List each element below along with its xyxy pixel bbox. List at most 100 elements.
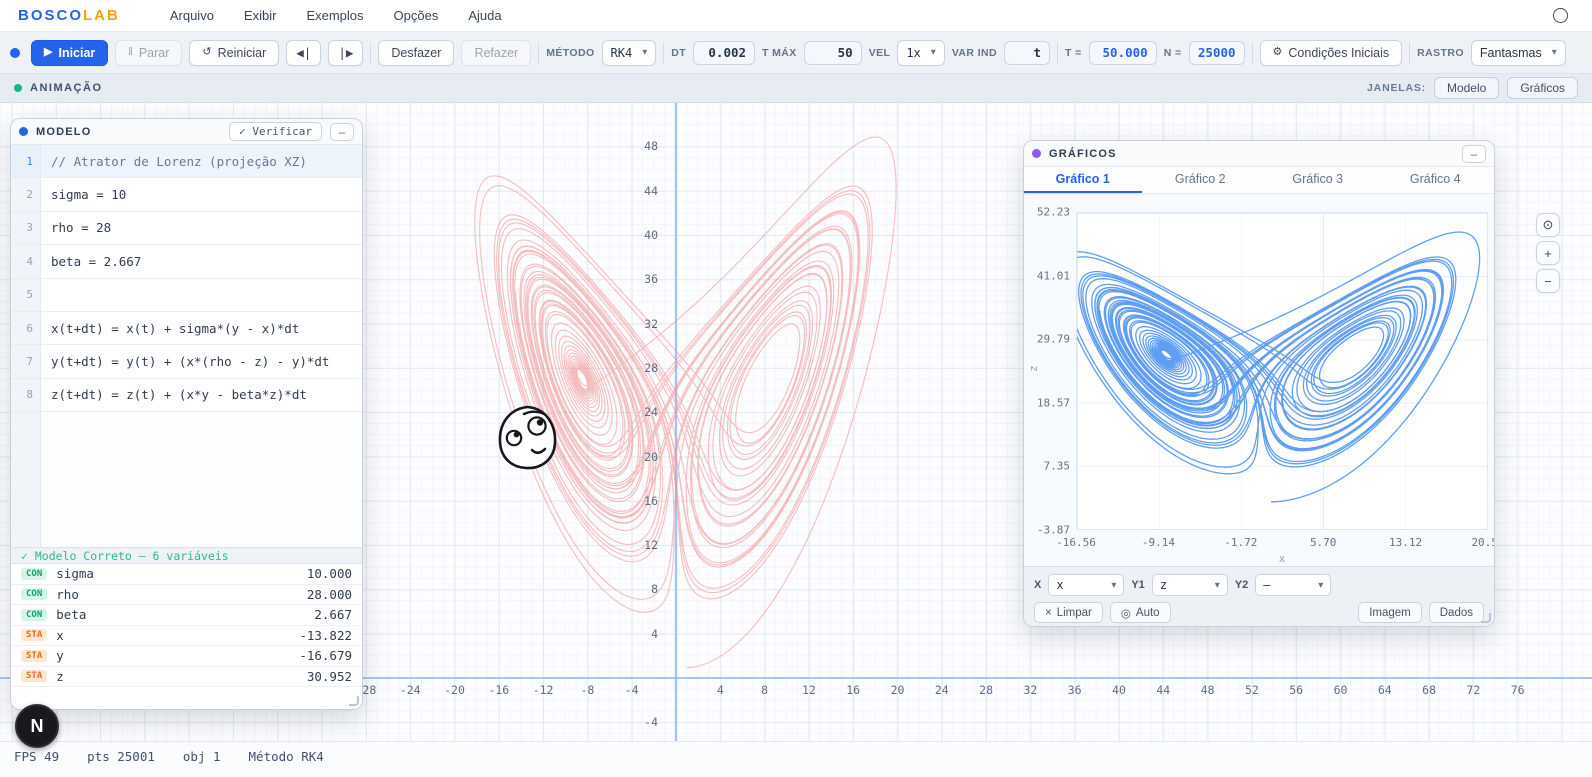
redo-button[interactable]: Refazer (461, 40, 531, 66)
variable-name: z (56, 669, 64, 684)
export-image-button[interactable]: Imagem (1358, 602, 1422, 623)
boscolab-app: BOSCOLAB ArquivoExibirExemplosOpçõesAjud… (0, 0, 1592, 777)
status-bar-item: FPS 49 (14, 749, 59, 777)
line-number: 4 (11, 245, 41, 277)
step-back-button[interactable]: ◀| (286, 40, 321, 66)
code-line-text[interactable]: z(t+dt) = z(t) + (x*y - beta*z)*dt (41, 379, 362, 411)
animation-bar: ANIMAÇÃO JANELAS: Modelo Gráficos (0, 74, 1592, 103)
rastro-select[interactable]: Fantasmas (1471, 40, 1566, 66)
vel-select[interactable]: 1x (897, 40, 944, 66)
graficos-window-dot (1032, 149, 1041, 158)
modelo-minimize-button[interactable]: – (330, 123, 354, 141)
step-forward-button[interactable]: |▶ (328, 40, 363, 66)
variable-type-badge: CON (21, 609, 47, 621)
x-axis-select[interactable]: x (1048, 574, 1124, 596)
y2-axis-select[interactable]: — (1255, 574, 1331, 596)
code-line-text[interactable]: y(t+dt) = y(t) + (x*(rho - z) - y)*dt (41, 345, 362, 377)
code-line-text[interactable]: sigma = 10 (41, 178, 362, 210)
grafico-tab[interactable]: Gráfico 1 (1024, 167, 1142, 193)
code-line-text[interactable] (41, 279, 362, 311)
varind-input[interactable]: t (1004, 41, 1050, 65)
code-editor-empty-area[interactable] (11, 412, 362, 547)
modelo-window-header[interactable]: MODELO ✓ Verificar – (11, 119, 362, 145)
undo-button[interactable]: Desfazer (378, 40, 454, 66)
reset-view-button[interactable]: ⊙ (1536, 213, 1560, 237)
code-line-text[interactable]: rho = 28 (41, 212, 362, 244)
method-select[interactable]: RK4 (602, 40, 657, 66)
code-line[interactable]: 4 beta = 2.667 (11, 245, 362, 278)
toolbar-divider (1409, 42, 1410, 64)
restart-icon: ↺ (202, 47, 211, 58)
code-editor[interactable]: 1 // Atrator de Lorenz (projeção XZ) 2 s… (11, 145, 362, 412)
dt-input[interactable]: 0.002 (693, 41, 755, 65)
axis-tick-label: 72 (1466, 683, 1480, 697)
verify-button[interactable]: ✓ Verificar (229, 122, 322, 141)
graficos-minimize-button[interactable]: – (1462, 145, 1486, 163)
code-line-text[interactable]: x(t+dt) = x(t) + sigma*(y - x)*dt (41, 312, 362, 344)
grafico-controls: X x Y1 z Y2 — × Limpar ◎ Auto Imagem Dad… (1024, 566, 1494, 627)
menu-item[interactable]: Exemplos (306, 8, 363, 23)
modelo-resize-handle[interactable] (349, 696, 359, 706)
code-line[interactable]: 1 // Atrator de Lorenz (projeção XZ) (11, 145, 362, 178)
export-data-button[interactable]: Dados (1429, 602, 1484, 623)
animation-label: ANIMAÇÃO (30, 82, 103, 94)
code-line[interactable]: 7 y(t+dt) = y(t) + (x*(rho - z) - y)*dt (11, 345, 362, 378)
variable-row[interactable]: CON beta 2.667 (11, 605, 362, 626)
plus-icon: + (1544, 246, 1552, 261)
menu-item[interactable]: Arquivo (170, 8, 214, 23)
code-line[interactable]: 5 (11, 279, 362, 312)
window-toggle-modelo[interactable]: Modelo (1434, 77, 1499, 99)
clear-plot-button[interactable]: × Limpar (1034, 602, 1103, 623)
variable-row[interactable]: STA z 30.952 (11, 667, 362, 688)
line-number: 2 (11, 178, 41, 210)
variable-name: sigma (56, 566, 94, 581)
tmax-input[interactable]: 50 (804, 41, 862, 65)
axis-tick-label: -20 (444, 683, 465, 697)
axis-tick-label: 24 (618, 405, 658, 419)
axis-tick-label: 5.70 (1310, 536, 1337, 549)
code-line-text[interactable]: // Atrator de Lorenz (projeção XZ) (41, 145, 362, 177)
variable-row[interactable]: STA x -13.822 (11, 626, 362, 647)
code-line[interactable]: 8 z(t+dt) = z(t) + (x*y - beta*z)*dt (11, 379, 362, 412)
grafico-tab[interactable]: Gráfico 4 (1377, 167, 1495, 193)
gear-icon: ⚙ (1273, 47, 1283, 58)
window-toggle-graficos[interactable]: Gráficos (1507, 77, 1578, 99)
axis-tick-label: 56 (1289, 683, 1303, 697)
code-line[interactable]: 2 sigma = 10 (11, 178, 362, 211)
auto-icon: ◎ (1121, 606, 1131, 620)
initial-conditions-button[interactable]: ⚙ Condições Iniciais (1260, 40, 1403, 66)
code-line-text[interactable]: beta = 2.667 (41, 245, 362, 277)
settings-icon[interactable] (1553, 8, 1568, 23)
axis-tick-label: -3.87 (1026, 524, 1070, 537)
x-select-label: X (1034, 579, 1041, 591)
menu-item[interactable]: Exibir (244, 8, 277, 23)
code-line[interactable]: 6 x(t+dt) = x(t) + sigma*(y - x)*dt (11, 312, 362, 345)
toolbar-divider (538, 42, 539, 64)
code-line[interactable]: 3 rho = 28 (11, 212, 362, 245)
start-button[interactable]: ▶ Iniciar (31, 40, 108, 66)
menu-item[interactable]: Opções (394, 8, 439, 23)
variable-row[interactable]: STA y -16.679 (11, 646, 362, 667)
grafico-tab[interactable]: Gráfico 2 (1142, 167, 1260, 193)
menu-item[interactable]: Ajuda (468, 8, 501, 23)
dt-label: DT (671, 47, 686, 59)
reset-button[interactable]: ↺ Reiniciar (189, 40, 279, 66)
gutter-strip (11, 412, 41, 547)
n-label: N = (1164, 47, 1182, 59)
variable-name: y (56, 648, 64, 663)
grafico-plot-area[interactable] (1076, 212, 1488, 530)
graficos-window-header[interactable]: GRÁFICOS – (1024, 141, 1494, 167)
pause-button[interactable]: ‖ Parar (115, 40, 182, 66)
variable-row[interactable]: CON rho 28.000 (11, 585, 362, 606)
zoom-out-button[interactable]: − (1536, 269, 1560, 293)
axis-tick-label: 12 (802, 683, 816, 697)
axis-tick-label: 13.12 (1389, 536, 1422, 549)
zoom-in-button[interactable]: + (1536, 241, 1560, 265)
grafico-tab[interactable]: Gráfico 3 (1259, 167, 1377, 193)
grafico-tabs: Gráfico 1Gráfico 2Gráfico 3Gráfico 4 (1024, 167, 1494, 194)
axis-tick-label: 32 (618, 317, 658, 331)
variable-row[interactable]: CON sigma 10.000 (11, 564, 362, 585)
graficos-resize-handle[interactable] (1481, 613, 1491, 623)
y1-axis-select[interactable]: z (1152, 574, 1228, 596)
auto-scale-button[interactable]: ◎ Auto (1110, 602, 1171, 623)
